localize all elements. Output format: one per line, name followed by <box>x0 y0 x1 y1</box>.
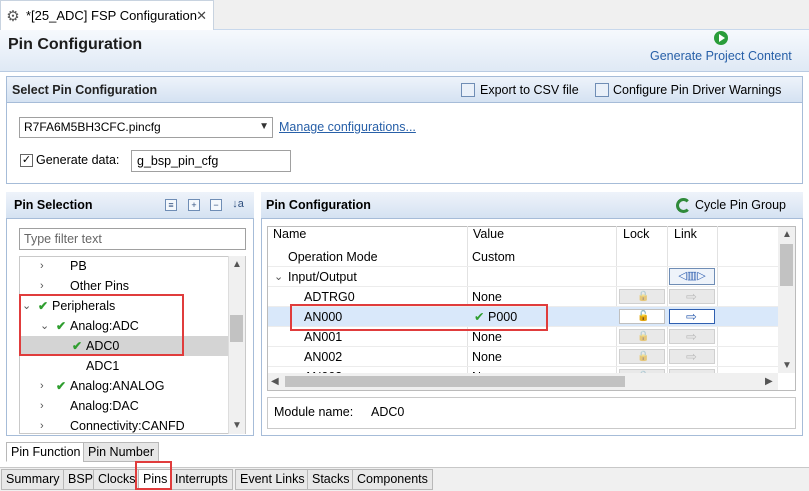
column-header-name[interactable]: Name <box>273 227 306 241</box>
tree-item[interactable]: › Other Pins <box>20 276 228 296</box>
link-button[interactable] <box>669 287 715 307</box>
tree-item-label: PB <box>70 259 87 273</box>
page-title: Pin Configuration <box>8 36 143 53</box>
scroll-right-icon[interactable]: ▶ <box>765 376 773 387</box>
column-header-lock[interactable]: Lock <box>623 227 649 241</box>
row-name: Input/Output <box>288 270 357 284</box>
chevron-right-icon[interactable]: › <box>40 416 44 436</box>
tab-pin-function[interactable]: Pin Function <box>6 442 86 462</box>
cycle-pin-group-button[interactable]: Cycle Pin Group <box>695 198 786 212</box>
scroll-up-icon[interactable]: ▲ <box>232 259 242 270</box>
lock-button[interactable] <box>619 307 665 327</box>
chevron-right-icon[interactable]: › <box>40 256 44 276</box>
pin-config-file-value: R7FA6M5BH3CFC.pincfg <box>24 120 161 134</box>
scroll-up-icon[interactable]: ▲ <box>782 229 792 240</box>
generate-project-content-button[interactable]: Generate Project Content <box>650 49 792 63</box>
link-button[interactable] <box>669 327 715 347</box>
pin-config-file-select[interactable]: R7FA6M5BH3CFC.pincfg ▼ <box>19 117 273 138</box>
run-icon[interactable] <box>714 31 728 45</box>
chevron-right-icon[interactable]: › <box>40 376 44 396</box>
pin-filter-input[interactable]: Type filter text <box>19 228 246 250</box>
tree-item-label: Analog:ANALOG <box>70 379 165 393</box>
tab-interrupts[interactable]: Interrupts <box>170 469 233 490</box>
scroll-down-icon[interactable]: ▼ <box>782 360 792 371</box>
group-link-button[interactable]: ◁▥▷ <box>669 268 715 285</box>
tree-item-label: ADC1 <box>86 359 120 373</box>
pin-selection-title: Pin Selection <box>14 198 93 212</box>
module-name-label: Module name: <box>274 405 354 419</box>
lock-button[interactable] <box>619 327 665 347</box>
tree-item-label: Other Pins <box>70 279 130 293</box>
cycle-icon[interactable] <box>676 198 691 213</box>
lock-button[interactable] <box>619 287 665 307</box>
sort-az-icon[interactable]: ↓a <box>232 199 244 211</box>
expand-all-icon[interactable]: + <box>188 199 200 211</box>
tree-item[interactable]: › ✔ Analog:ANALOG <box>20 376 228 396</box>
tree-item-label: Analog:DAC <box>70 399 139 413</box>
module-name-value: ADC0 <box>371 405 405 419</box>
chevron-down-icon: ▼ <box>259 121 269 132</box>
configure-pin-driver-warnings-button[interactable]: Configure Pin Driver Warnings <box>613 83 781 97</box>
tab-components[interactable]: Components <box>352 469 433 490</box>
table-row[interactable]: Operation Mode Custom <box>268 247 778 267</box>
grid-horizontal-thumb[interactable] <box>285 376 625 387</box>
column-header-link[interactable]: Link <box>674 227 697 241</box>
lock-button[interactable] <box>619 347 665 367</box>
generate-data-field[interactable]: g_bsp_pin_cfg <box>131 150 291 172</box>
link-button[interactable] <box>669 307 715 327</box>
export-csv-icon[interactable] <box>461 83 475 97</box>
export-csv-button[interactable]: Export to CSV file <box>480 83 579 97</box>
table-row[interactable]: AN002 None <box>268 347 778 367</box>
generate-data-checkbox[interactable]: ✓ <box>20 154 33 167</box>
tree-scrollbar-thumb[interactable] <box>230 315 243 342</box>
tree-scrollbar[interactable] <box>228 256 245 434</box>
tab-clocks[interactable]: Clocks <box>93 469 141 490</box>
pin-configuration-title: Pin Configuration <box>266 198 371 212</box>
tab-event-links[interactable]: Event Links <box>235 469 310 490</box>
row-value[interactable]: Custom <box>472 247 515 267</box>
column-header-value[interactable]: Value <box>473 227 504 241</box>
pin-driver-warnings-icon[interactable] <box>595 83 609 97</box>
chevron-down-icon[interactable]: ⌄ <box>274 267 283 287</box>
manage-configurations-link[interactable]: Manage configurations... <box>279 120 416 134</box>
generate-data-label: Generate data: <box>36 153 120 167</box>
link-button[interactable] <box>669 347 715 367</box>
list-view-icon[interactable]: ≡ <box>165 199 177 211</box>
grid-vertical-thumb[interactable] <box>780 244 793 286</box>
scroll-down-icon[interactable]: ▼ <box>232 420 242 431</box>
gear-icon: ⚙ <box>6 7 20 25</box>
select-section-title: Select Pin Configuration <box>12 83 158 97</box>
tab-pin-number[interactable]: Pin Number <box>83 442 159 462</box>
tree-item[interactable]: › PB <box>20 256 228 276</box>
highlight-box <box>135 461 172 490</box>
row-value[interactable]: None <box>472 347 502 367</box>
tree-item[interactable]: › Connectivity:CANFD <box>20 416 228 436</box>
tab-stacks[interactable]: Stacks <box>307 469 355 490</box>
tree-item[interactable]: ADC1 <box>20 356 228 376</box>
tree-item-label: Connectivity:CANFD <box>70 419 185 433</box>
chevron-right-icon[interactable]: › <box>40 276 44 296</box>
tab-summary[interactable]: Summary <box>1 469 65 490</box>
highlight-box <box>290 304 548 331</box>
scroll-left-icon[interactable]: ◀ <box>271 376 279 387</box>
row-name: AN002 <box>304 350 343 364</box>
chevron-right-icon[interactable]: › <box>40 396 44 416</box>
collapse-all-icon[interactable]: − <box>210 199 222 211</box>
editor-tab-title: *[25_ADC] FSP Configuration <box>26 8 198 23</box>
check-icon: ✔ <box>56 379 67 393</box>
tree-item[interactable]: › Analog:DAC <box>20 396 228 416</box>
row-name: Operation Mode <box>288 250 378 264</box>
editor-tab[interactable]: ⚙ *[25_ADC] FSP Configuration ✕ <box>0 0 214 30</box>
highlight-box <box>19 294 184 356</box>
close-icon[interactable]: ✕ <box>196 8 207 24</box>
